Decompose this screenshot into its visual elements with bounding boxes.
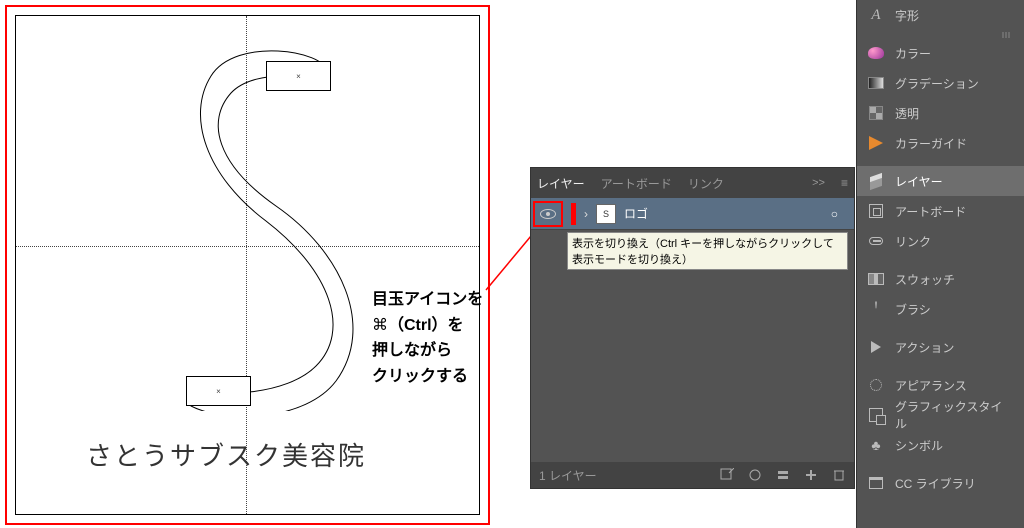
annotation-callout: 目玉アイコンを ⌘（Ctrl）を 押しながら クリックする (372, 287, 522, 389)
appearance-icon (870, 379, 882, 391)
sidebar-item-label: グラフィックスタイル (895, 398, 1014, 432)
s-path-shape[interactable] (176, 46, 356, 411)
path-end-anchor-bottom[interactable]: × (186, 376, 251, 406)
tab-links[interactable]: リンク (688, 175, 724, 192)
sidebar-item-brushes[interactable]: ブラシ (857, 294, 1024, 324)
actions-icon (871, 341, 881, 353)
sidebar-item-label: 字形 (895, 7, 919, 24)
sidebar-item-label: スウォッチ (895, 271, 955, 288)
annotation-line2: ⌘（Ctrl）を (372, 313, 522, 339)
sidebar-item-label: リンク (895, 233, 931, 250)
annotation-line4: クリックする (372, 364, 522, 390)
tooltip: 表示を切り換え（Ctrl キーを押しながらクリックして表示モードを切り換え） (567, 232, 848, 270)
sidebar-item-symbols[interactable]: シンボル (857, 430, 1024, 460)
sidebar-item-graphic-styles[interactable]: グラフィックスタイル (857, 400, 1024, 430)
layers-panel-tabs: レイヤー アートボード リンク >> ≡ (531, 168, 854, 198)
cc-libraries-icon (869, 477, 883, 489)
collapse-panel-icon[interactable]: >> (812, 177, 825, 189)
logo-text[interactable]: さとうサブスク美容院 (86, 436, 366, 473)
locate-object-icon[interactable] (720, 468, 734, 482)
color-icon (868, 47, 884, 59)
sidebar-item-artboard[interactable]: アートボード (857, 196, 1024, 226)
sidebar-item-swatches[interactable]: スウォッチ (857, 264, 1024, 294)
sidebar-item-transparency[interactable]: 透明 (857, 98, 1024, 128)
layers-icon (868, 173, 884, 189)
layer-color-indicator (571, 203, 576, 225)
delete-layer-icon[interactable] (832, 468, 846, 482)
tab-layers[interactable]: レイヤー (537, 175, 585, 192)
brushes-icon (867, 300, 885, 318)
annotation-line1: 目玉アイコンを (372, 287, 522, 313)
sidebar-item-color[interactable]: カラー (857, 38, 1024, 68)
glyphs-icon (867, 6, 885, 24)
sidebar-item-links[interactable]: リンク (857, 226, 1024, 256)
sidebar-item-label: レイヤー (895, 173, 943, 190)
graphic-styles-icon (869, 408, 883, 422)
sidebar-item-label: グラデーション (895, 75, 979, 92)
layer-name[interactable]: ロゴ (624, 205, 648, 222)
sidebar-item-glyphs[interactable]: 字形 (857, 0, 1024, 30)
sidebar-item-label: ブラシ (895, 301, 931, 318)
new-layer-icon[interactable] (804, 468, 818, 482)
right-sidebar: 字形 カラー グラデーション 透明 カラーガイド レイヤー アートボード リンク… (856, 0, 1024, 528)
layer-count: 1 レイヤー (539, 467, 597, 484)
make-clipping-mask-icon[interactable] (748, 468, 762, 482)
swatches-icon (868, 273, 884, 285)
artboard[interactable]: × × さとうサブスク美容院 (15, 15, 480, 515)
sidebar-item-label: カラー (895, 45, 931, 62)
layer-row[interactable]: › S ロゴ ○ (531, 198, 854, 230)
tab-artboard[interactable]: アートボード (601, 175, 672, 192)
sidebar-item-appearance[interactable]: アピアランス (857, 370, 1024, 400)
layers-panel: レイヤー アートボード リンク >> ≡ › S ロゴ ○ 表示を切り換え（Ct… (530, 167, 855, 489)
sidebar-item-cc-libraries[interactable]: CC ライブラリ (857, 468, 1024, 498)
command-key-icon: ⌘ (372, 313, 388, 339)
artboard-icon (869, 204, 883, 218)
sidebar-item-actions[interactable]: アクション (857, 332, 1024, 362)
sidebar-item-gradient[interactable]: グラデーション (857, 68, 1024, 98)
annotation-line3: 押しながら (372, 338, 522, 364)
layer-thumbnail: S (596, 204, 616, 224)
create-sublayer-icon[interactable] (776, 468, 790, 482)
sidebar-item-label: シンボル (895, 437, 943, 454)
sidebar-item-label: アクション (895, 339, 954, 356)
color-guide-icon (869, 136, 883, 150)
path-end-anchor-top[interactable]: × (266, 61, 331, 91)
gradient-icon (868, 77, 884, 89)
visibility-toggle[interactable] (533, 201, 563, 227)
transparency-icon (869, 106, 883, 120)
sidebar-item-label: CC ライブラリ (895, 475, 976, 492)
symbols-icon (867, 436, 885, 454)
chevron-right-icon[interactable]: › (584, 207, 588, 221)
link-icon (869, 237, 883, 245)
sidebar-item-label: カラーガイド (895, 135, 967, 152)
target-icon[interactable]: ○ (831, 207, 838, 221)
layers-panel-footer: 1 レイヤー (531, 462, 854, 488)
canvas-area: × × さとうサブスク美容院 (5, 5, 490, 525)
sidebar-item-label: 透明 (895, 105, 919, 122)
panel-menu-icon[interactable]: ≡ (841, 176, 848, 190)
eye-icon (540, 209, 556, 219)
sidebar-item-layers[interactable]: レイヤー (857, 166, 1024, 196)
sidebar-item-color-guide[interactable]: カラーガイド (857, 128, 1024, 158)
sidebar-item-label: アピアランス (895, 377, 967, 394)
sidebar-item-label: アートボード (895, 203, 966, 220)
